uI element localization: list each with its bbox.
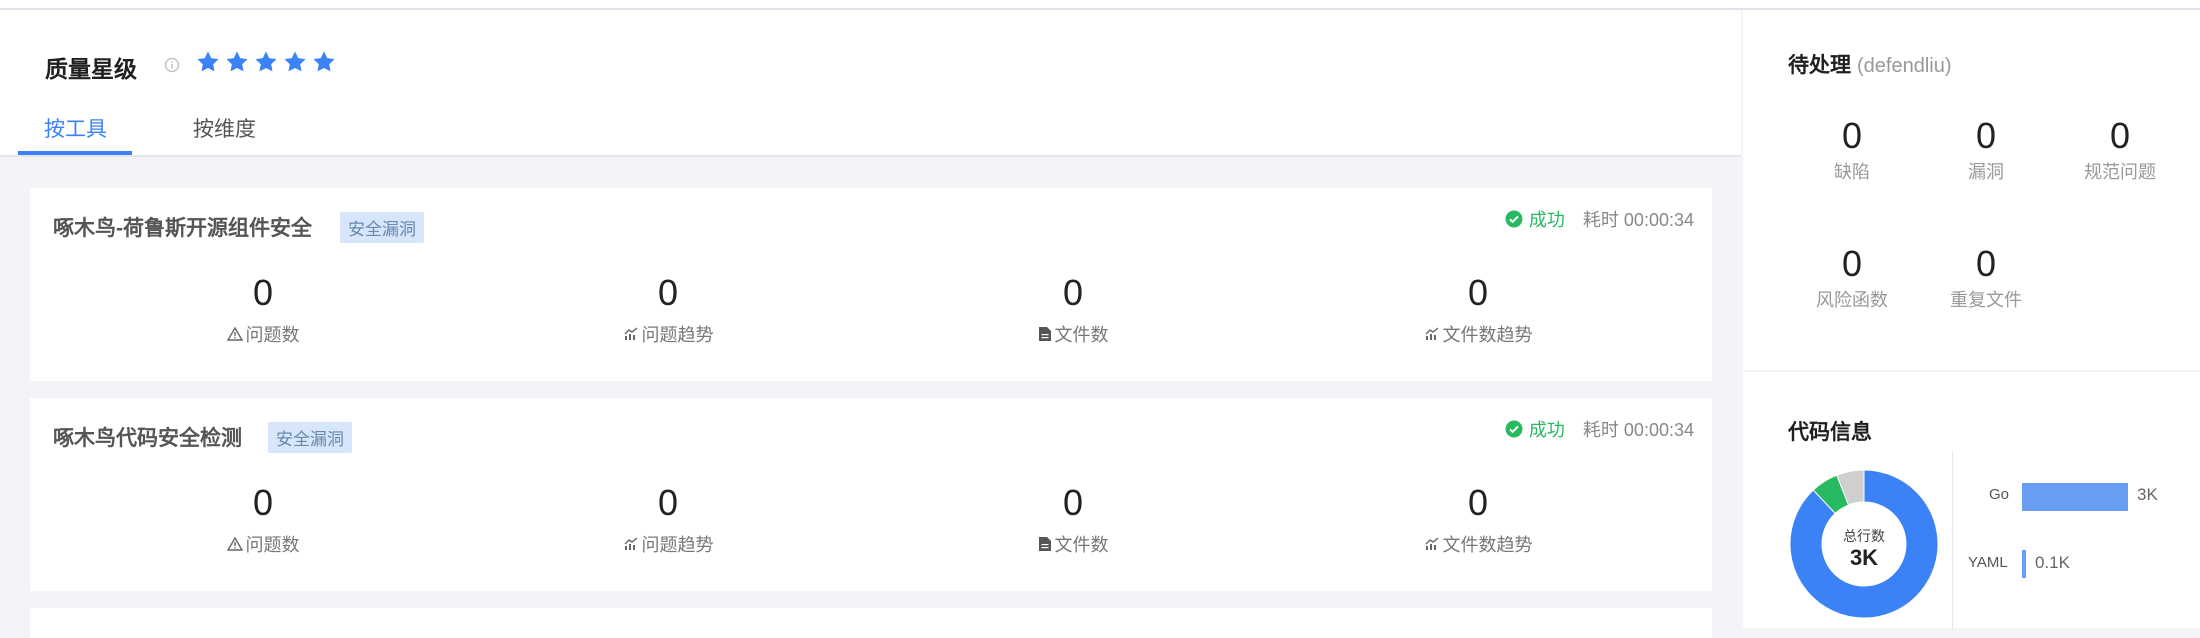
trend-chart-icon [624, 327, 637, 340]
metric-label: 问题数 [245, 535, 300, 555]
active-tab-indicator [18, 151, 132, 155]
pending-value: 0 [1975, 243, 1997, 284]
lang-label-go: Go [1989, 486, 2010, 503]
pending-panel: 待处理 (defendliu) 0 缺陷 0 漏洞 0 规范问题 0 风险函数 0… [1743, 10, 2200, 370]
donut-center: 总行数 3K [1788, 468, 1940, 620]
status-text: 成功 [1528, 420, 1565, 440]
pending-value: 0 [1975, 115, 1997, 156]
metric-issue-trend[interactable]: 0 问题趋势 [578, 273, 758, 347]
metric-files[interactable]: 0 文件数 [983, 483, 1163, 557]
warning-icon [226, 536, 243, 551]
tool-card[interactable] [30, 608, 1712, 638]
success-icon [1505, 210, 1523, 228]
pending-user: (defendliu) [1857, 55, 1952, 77]
top-divider [0, 0, 2200, 10]
pending-title: 待处理 (defendliu) [1788, 49, 1952, 79]
code-info-title: 代码信息 [1788, 421, 1872, 444]
file-icon [1038, 537, 1051, 551]
metric-label: 问题趋势 [641, 325, 714, 345]
tool-card[interactable]: 啄木鸟-荷鲁斯开源组件安全 安全漏洞 成功 耗时 00:00:34 0 问题数 … [30, 188, 1712, 381]
trend-chart-icon [1425, 327, 1438, 340]
total-lines-label: 总行数 [1843, 528, 1885, 544]
pending-duplicate-files[interactable]: 0 重复文件 [1926, 244, 2046, 312]
run-status: 成功 耗时 00:00:34 [1505, 206, 1694, 232]
metric-value: 0 [1062, 482, 1084, 523]
metric-value: 0 [252, 272, 274, 313]
pending-standard-issues[interactable]: 0 规范问题 [2060, 116, 2180, 184]
metric-label: 文件数趋势 [1442, 535, 1533, 555]
quality-header: 质量星级 按工具 按维度 [0, 10, 1741, 157]
duration-text: 耗时 00:00:34 [1582, 210, 1694, 230]
metric-files[interactable]: 0 文件数 [983, 273, 1163, 347]
pending-label: 规范问题 [2084, 162, 2156, 182]
run-status: 成功 耗时 00:00:34 [1505, 416, 1694, 442]
lang-value-go: 3K [2137, 485, 2158, 504]
side-panel: 待处理 (defendliu) 0 缺陷 0 漏洞 0 规范问题 0 风险函数 0… [1743, 10, 2200, 628]
tab-by-dimension[interactable]: 按维度 [193, 113, 256, 143]
pending-label: 重复文件 [1950, 290, 2022, 310]
tool-card[interactable]: 啄木鸟代码安全检测 安全漏洞 成功 耗时 00:00:34 0 问题数 0 问题… [30, 398, 1712, 591]
trend-chart-icon [624, 537, 637, 550]
status-text: 成功 [1528, 210, 1565, 230]
tool-tag: 安全漏洞 [340, 212, 424, 243]
metric-file-trend[interactable]: 0 文件数趋势 [1388, 273, 1568, 347]
main-panel: 质量星级 按工具 按维度 啄木鸟-荷鲁斯开源组件安全 安全漏洞 成功 耗时 00… [0, 10, 1741, 638]
metric-issues[interactable]: 0 问题数 [173, 483, 353, 557]
pending-label: 缺陷 [1834, 162, 1870, 182]
star-rating [196, 50, 336, 74]
metric-value: 0 [1467, 272, 1489, 313]
tool-tag: 安全漏洞 [268, 422, 352, 453]
star-icon [197, 51, 219, 72]
success-icon [1505, 420, 1523, 438]
pending-value: 0 [1841, 115, 1863, 156]
metric-label: 文件数趋势 [1442, 325, 1533, 345]
metric-issue-trend[interactable]: 0 问题趋势 [578, 483, 758, 557]
lang-bar-yaml [2022, 550, 2026, 578]
star-icon [313, 51, 335, 72]
metric-label: 问题数 [245, 325, 300, 345]
file-icon [1038, 327, 1051, 341]
pending-label: 风险函数 [1816, 290, 1888, 310]
lang-label-yaml: YAML [1968, 554, 2008, 571]
trend-chart-icon [1425, 537, 1438, 550]
lang-bar-go [2022, 483, 2128, 511]
pending-value: 0 [1841, 243, 1863, 284]
info-icon[interactable] [164, 57, 180, 73]
star-icon [284, 51, 306, 72]
metric-value: 0 [657, 272, 679, 313]
star-icon [226, 51, 248, 72]
pending-vulnerabilities[interactable]: 0 漏洞 [1926, 116, 2046, 184]
metric-label: 文件数 [1054, 535, 1109, 555]
metric-file-trend[interactable]: 0 文件数趋势 [1388, 483, 1568, 557]
metric-label: 问题趋势 [641, 535, 714, 555]
page-title: 质量星级 [45, 56, 137, 82]
divider [1952, 452, 1953, 628]
pending-title-text: 待处理 [1788, 54, 1851, 77]
warning-icon [226, 326, 243, 341]
lang-value-yaml: 0.1K [2035, 553, 2070, 572]
metric-label: 文件数 [1054, 325, 1109, 345]
pending-label: 漏洞 [1968, 162, 2004, 182]
metric-value: 0 [1467, 482, 1489, 523]
metric-value: 0 [657, 482, 679, 523]
tab-by-tool[interactable]: 按工具 [44, 113, 107, 143]
pending-value: 0 [2109, 115, 2131, 156]
pending-defects[interactable]: 0 缺陷 [1792, 116, 1912, 184]
total-lines-value: 3K [1849, 545, 1879, 570]
tool-card-title: 啄木鸟代码安全检测 [53, 427, 242, 450]
pending-risk-functions[interactable]: 0 风险函数 [1792, 244, 1912, 312]
metric-issues[interactable]: 0 问题数 [173, 273, 353, 347]
duration-text: 耗时 00:00:34 [1582, 420, 1694, 440]
metric-value: 0 [252, 482, 274, 523]
code-info-panel: 代码信息 总行数 3K Go 3K YAML 0.1K [1743, 372, 2200, 628]
metric-value: 0 [1062, 272, 1084, 313]
tool-card-title: 啄木鸟-荷鲁斯开源组件安全 [53, 217, 312, 240]
star-icon [255, 51, 277, 72]
